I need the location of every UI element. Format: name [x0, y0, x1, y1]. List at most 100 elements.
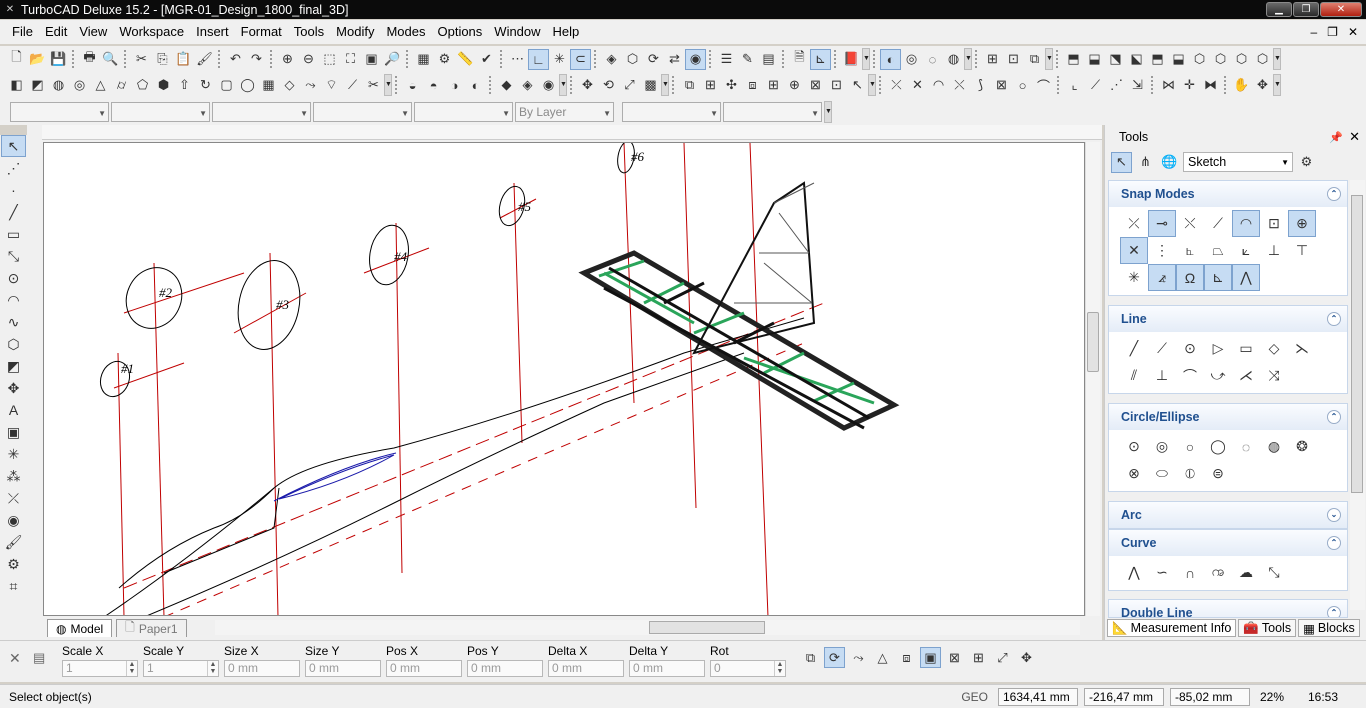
- view-back-icon[interactable]: ⬒: [1147, 49, 1168, 70]
- doc-restore-button[interactable]: ❐: [1327, 25, 1338, 39]
- cursor-3d-icon[interactable]: ↖: [847, 75, 868, 96]
- snap-arc-icon[interactable]: ◠: [1232, 210, 1260, 237]
- zoom-in-icon[interactable]: ⊕: [277, 49, 298, 70]
- zoom-extents-icon[interactable]: ⛶: [340, 49, 361, 70]
- rectangle-icon[interactable]: ▭: [1, 223, 26, 245]
- panel-options-icon[interactable]: ⚙: [1296, 152, 1317, 173]
- b-spline-icon[interactable]: ∩: [1176, 559, 1204, 586]
- crosshair-icon[interactable]: ⊕: [784, 75, 805, 96]
- cloud-curve-icon[interactable]: ☁: [1232, 559, 1260, 586]
- collapse-icon[interactable]: ⌃: [1327, 536, 1341, 550]
- insert-block-icon[interactable]: ▣: [1, 421, 26, 443]
- lineweight-combo[interactable]: ▼: [313, 101, 412, 122]
- open-folder-icon[interactable]: 📂: [27, 49, 48, 70]
- snap-middle-icon[interactable]: ⊸: [1148, 210, 1176, 237]
- break-icon[interactable]: ⋈: [1158, 75, 1179, 96]
- select-arrow-icon[interactable]: ↖: [1, 135, 26, 157]
- snap-perpendicular-icon[interactable]: ⦜: [1176, 237, 1204, 264]
- render-mode-icon[interactable]: ◉: [685, 48, 706, 70]
- save-icon[interactable]: 💾: [48, 49, 69, 70]
- point-icon[interactable]: ⋰: [1, 157, 26, 179]
- copy-3d-icon[interactable]: ⧉: [679, 75, 700, 96]
- bisector-line-icon[interactable]: ⋌: [1232, 362, 1260, 389]
- brush-combo[interactable]: ▼: [414, 101, 513, 122]
- ucs-icon[interactable]: ⊾: [810, 48, 831, 70]
- snap-dimension-icon[interactable]: ⊥: [1260, 237, 1288, 264]
- snap-center-icon[interactable]: ⊡: [1260, 210, 1288, 237]
- tab-model[interactable]: ◍ Model: [47, 619, 113, 637]
- stack-icon[interactable]: ⧈: [742, 75, 763, 96]
- properties-icon[interactable]: ▤: [33, 650, 45, 666]
- layers-icon[interactable]: ☰: [716, 49, 737, 70]
- panel-node-icon[interactable]: ⋔: [1135, 152, 1156, 173]
- reshape-icon[interactable]: ⧓: [1200, 75, 1221, 96]
- fillet-icon[interactable]: ⌞: [1064, 75, 1085, 96]
- torus-icon[interactable]: ◎: [69, 75, 90, 96]
- toolbar-dropdown-icon[interactable]: ▼: [559, 74, 567, 96]
- sphere-icon[interactable]: ◍: [48, 75, 69, 96]
- spell-check-icon[interactable]: ✔: [476, 49, 497, 70]
- expand-icon[interactable]: ⌄: [1327, 508, 1341, 522]
- measure-icon[interactable]: 📏: [455, 49, 476, 70]
- horizontal-scrollbar[interactable]: [215, 620, 1080, 635]
- fillet-3d-icon[interactable]: ⌔: [321, 75, 342, 96]
- cube-view-icon[interactable]: ⬡: [622, 49, 643, 70]
- vertical-scrollbar[interactable]: [1085, 142, 1100, 616]
- toolbar-dropdown-icon[interactable]: ▼: [862, 48, 870, 70]
- mirror-icon[interactable]: ⧉: [1024, 49, 1045, 70]
- node-select-icon[interactable]: ⤳: [848, 647, 869, 668]
- menu-help[interactable]: Help: [547, 20, 586, 44]
- meet-icon[interactable]: ◠: [928, 75, 949, 96]
- view-front-icon[interactable]: ⬓: [1084, 49, 1105, 70]
- tangent-circle-icon[interactable]: ◌: [1232, 433, 1260, 460]
- boolean-intersect-icon[interactable]: ◑: [444, 75, 465, 96]
- dimension-icon[interactable]: ✳: [1, 443, 26, 465]
- cut-icon[interactable]: ✂: [131, 49, 152, 70]
- snap-alignment-icon[interactable]: ⦨: [1148, 264, 1176, 291]
- rotated-ellipse-icon[interactable]: ⦶: [1176, 460, 1204, 487]
- chamfer-3d-icon[interactable]: ⟋: [342, 75, 363, 96]
- extrude-icon[interactable]: ⇧: [174, 75, 195, 96]
- concentric-icon[interactable]: ◎: [1148, 433, 1176, 460]
- move-select-icon[interactable]: ✥: [1016, 647, 1037, 668]
- format-painter-icon[interactable]: 🖌: [194, 49, 215, 70]
- tangent-line-icon[interactable]: ⌒: [1176, 362, 1204, 389]
- circle-line-icon[interactable]: ⊙: [1176, 335, 1204, 362]
- tab-blocks[interactable]: ▦ Blocks: [1298, 619, 1360, 637]
- menu-workspace[interactable]: Workspace: [113, 20, 190, 44]
- color-combo[interactable]: ▼: [10, 101, 109, 122]
- undo-icon[interactable]: ↶: [225, 49, 246, 70]
- snap-tangent-icon[interactable]: ⏢: [1204, 237, 1232, 264]
- facet-icon[interactable]: ◆: [496, 75, 517, 96]
- hand-icon[interactable]: ✋: [1231, 75, 1252, 96]
- extend-icon[interactable]: ✕: [907, 75, 928, 96]
- doc-minimize-button[interactable]: –: [1310, 25, 1317, 39]
- join-icon[interactable]: ⟆: [970, 75, 991, 96]
- imprint-icon[interactable]: ◉: [538, 75, 559, 96]
- explode-icon[interactable]: ⊠: [991, 75, 1012, 96]
- polyhedron-icon[interactable]: ⬢: [153, 75, 174, 96]
- boolean-add-icon[interactable]: ◒: [402, 75, 423, 96]
- torus-solid-icon[interactable]: ◯: [237, 75, 258, 96]
- toolbar-dropdown-icon[interactable]: ▼: [1273, 74, 1281, 96]
- circle-tangent-3-icon[interactable]: ◍: [1260, 433, 1288, 460]
- page-setup-icon[interactable]: 🗎: [789, 49, 810, 70]
- tangent-arc-line-icon[interactable]: ⤻: [1204, 362, 1232, 389]
- snap-quadrant-icon[interactable]: ⊕: [1288, 210, 1316, 237]
- snap-extension-icon[interactable]: ⊤: [1288, 237, 1316, 264]
- magnet-icon[interactable]: ⊂: [570, 48, 591, 70]
- shell-icon[interactable]: ▢: [216, 75, 237, 96]
- stretch-icon[interactable]: ⇲: [1127, 75, 1148, 96]
- redo-icon[interactable]: ↷: [246, 49, 267, 70]
- print-preview-icon[interactable]: 🔍: [100, 49, 121, 70]
- sweep-icon[interactable]: ⤳: [300, 75, 321, 96]
- spline-icon[interactable]: ⋀: [1120, 559, 1148, 586]
- snap-intersection-icon[interactable]: ⤬: [1176, 210, 1204, 237]
- smooth-icon[interactable]: ◈: [517, 75, 538, 96]
- move-3d-icon[interactable]: ✥: [577, 75, 598, 96]
- cylinder-icon[interactable]: ⌭: [111, 75, 132, 96]
- panel-close-icon[interactable]: ✕: [1349, 129, 1360, 145]
- transparency-combo[interactable]: ▼: [723, 101, 822, 122]
- arc-tool-icon[interactable]: ⌒: [1033, 75, 1054, 96]
- snap-ortho-icon[interactable]: ⊾: [1204, 264, 1232, 291]
